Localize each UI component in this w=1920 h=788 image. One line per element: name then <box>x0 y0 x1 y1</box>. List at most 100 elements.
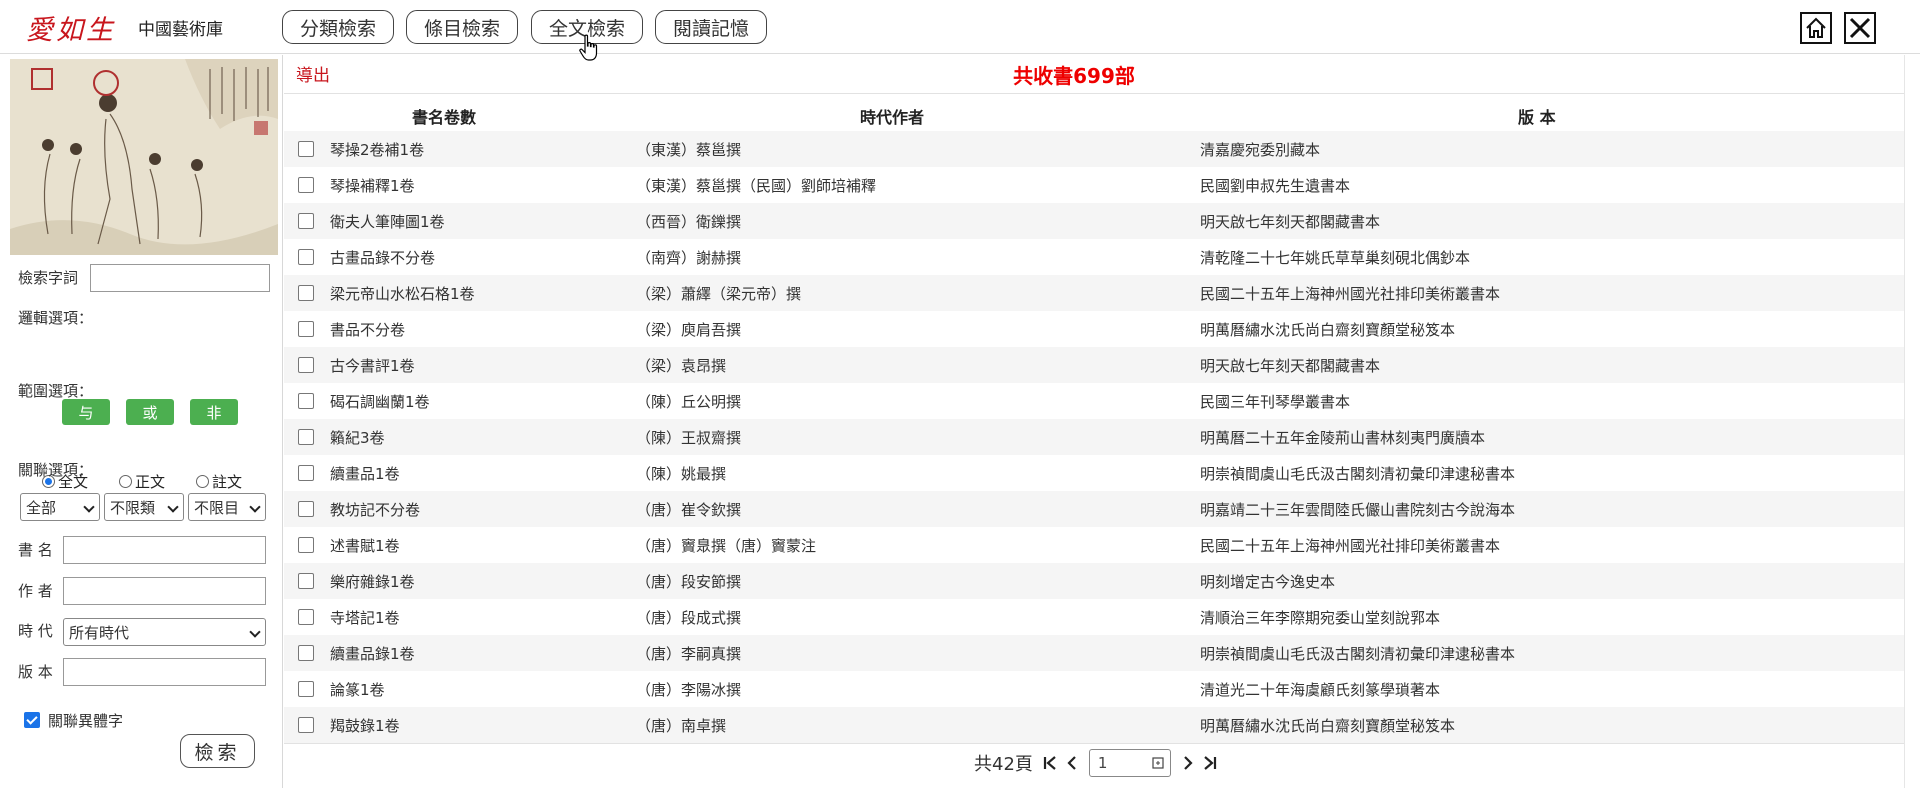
scope-main-label: 正文 <box>135 473 166 491</box>
author-cell: （東漢）蔡邕撰 <box>636 141 742 159</box>
author-cell: （唐）崔令欽撰 <box>636 501 742 519</box>
scrollbar[interactable] <box>1904 55 1920 788</box>
row-checkbox[interactable] <box>298 429 314 445</box>
row-checkbox[interactable] <box>298 249 314 265</box>
row-checkbox[interactable] <box>298 285 314 301</box>
logic-not-button[interactable]: 非 <box>190 399 238 425</box>
table-row[interactable]: 書品不分卷 （梁）庾肩吾撰 明萬曆繡水沈氏尚白齋刻寶顏堂秘笈本 <box>284 311 1904 347</box>
relation-category-value: 全部 <box>26 498 57 517</box>
home-button[interactable] <box>1800 12 1832 44</box>
book-title-cell[interactable]: 續畫品錄1卷 <box>330 643 415 664</box>
author-cell: （唐）李嗣真撰 <box>636 645 742 663</box>
row-checkbox[interactable] <box>298 645 314 661</box>
relation-item-select[interactable]: 不限目 <box>188 493 266 521</box>
prev-page-button[interactable] <box>1061 752 1083 774</box>
table-row[interactable]: 古今書評1卷 （梁）袁昂撰 明天啟七年刻天都閣藏書本 <box>284 347 1904 383</box>
author-cell: （唐）段安節撰 <box>636 573 742 591</box>
row-checkbox[interactable] <box>298 537 314 553</box>
search-term-label: 檢索字詞 <box>18 269 79 287</box>
table-row[interactable]: 籟紀3卷 （陳）王叔齋撰 明萬曆二十五年金陵荊山書林刻夷門廣牘本 <box>284 419 1904 455</box>
book-title-cell[interactable]: 書品不分卷 <box>330 319 405 340</box>
book-title-cell[interactable]: 碣石調幽蘭1卷 <box>330 391 430 412</box>
table-row[interactable]: 古畫品錄不分卷 （南齊）謝赫撰 清乾隆二十七年姚氏草草巢刻硯北偶鈔本 <box>284 239 1904 275</box>
last-page-button[interactable] <box>1199 752 1221 774</box>
author-label: 作 者 <box>18 582 53 600</box>
logic-or-button[interactable]: 或 <box>126 399 174 425</box>
chevron-left-icon <box>1067 756 1076 770</box>
edition-cell: 清乾隆二十七年姚氏草草巢刻硯北偶鈔本 <box>1200 249 1471 267</box>
book-title-cell[interactable]: 教坊記不分卷 <box>330 499 420 520</box>
page-number-input[interactable]: 1 <box>1088 749 1171 777</box>
book-title-cell[interactable]: 古畫品錄不分卷 <box>330 247 435 268</box>
table-row[interactable]: 羯鼓錄1卷 （唐）南卓撰 明萬曆繡水沈氏尚白齋刻寶顏堂秘笈本 <box>284 707 1904 743</box>
book-title-cell[interactable]: 寺塔記1卷 <box>330 607 400 628</box>
entry-search-button[interactable]: 條目檢索 <box>406 10 518 44</box>
author-input[interactable] <box>63 577 266 605</box>
table-row[interactable]: 論篆1卷 （唐）李陽冰撰 清道光二十年海虞顧氏刻篆學瑣著本 <box>284 671 1904 707</box>
author-cell: （梁）庾肩吾撰 <box>636 321 742 339</box>
edition-cell: 民國劉申叔先生遺書本 <box>1200 177 1351 195</box>
table-row[interactable]: 述書賦1卷 （唐）竇臮撰（唐）竇蒙注 民國二十五年上海神州國光社排印美術叢書本 <box>284 527 1904 563</box>
results-table: 琴操2卷補1卷 （東漢）蔡邕撰 清嘉慶宛委別藏本 琴操補釋1卷 （東漢）蔡邕撰（民國）劉… <box>284 131 1904 743</box>
category-search-button[interactable]: 分類檢索 <box>282 10 394 44</box>
table-row[interactable]: 琴操2卷補1卷 （東漢）蔡邕撰 清嘉慶宛委別藏本 <box>284 131 1904 167</box>
chevron-down-icon <box>167 501 179 513</box>
painting-image <box>10 59 278 255</box>
row-checkbox[interactable] <box>298 393 314 409</box>
book-title-input[interactable] <box>63 536 266 564</box>
brand-logo[interactable]: 愛如生 <box>26 8 116 47</box>
author-cell: （西晉）衛鑠撰 <box>636 213 742 231</box>
home-icon <box>1806 17 1826 38</box>
relation-category-select[interactable]: 全部 <box>20 493 100 521</box>
row-checkbox[interactable] <box>298 501 314 517</box>
table-row[interactable]: 碣石調幽蘭1卷 （陳）丘公明撰 民國三年刊琴學叢書本 <box>284 383 1904 419</box>
table-row[interactable]: 樂府雜錄1卷 （唐）段安節撰 明刻增定古今逸史本 <box>284 563 1904 599</box>
row-checkbox[interactable] <box>298 213 314 229</box>
book-title-cell[interactable]: 羯鼓錄1卷 <box>330 715 400 736</box>
row-checkbox[interactable] <box>298 573 314 589</box>
first-page-button[interactable] <box>1039 752 1061 774</box>
next-page-button[interactable] <box>1177 752 1199 774</box>
scope-main-radio[interactable]: 正文 <box>119 471 165 492</box>
table-row[interactable]: 寺塔記1卷 （唐）段成式撰 清順治三年李際期宛委山堂刻說郛本 <box>284 599 1904 635</box>
table-row[interactable]: 琴操補釋1卷 （東漢）蔡邕撰（民國）劉師培補釋 民國劉申叔先生遺書本 <box>284 167 1904 203</box>
row-checkbox[interactable] <box>298 465 314 481</box>
relation-type-select[interactable]: 不限類 <box>104 493 184 521</box>
radio-unchecked-icon <box>196 475 209 488</box>
book-title-cell[interactable]: 琴操補釋1卷 <box>330 175 415 196</box>
book-title-cell[interactable]: 琴操2卷補1卷 <box>330 139 424 160</box>
book-title-cell[interactable]: 梁元帝山水松石格1卷 <box>330 283 475 304</box>
scope-notes-label: 註文 <box>212 473 243 491</box>
book-title-cell[interactable]: 籟紀3卷 <box>330 427 385 448</box>
book-title-cell[interactable]: 樂府雜錄1卷 <box>330 571 415 592</box>
table-row[interactable]: 續畫品錄1卷 （唐）李嗣真撰 明崇禎間虞山毛氏汲古閣刻清初彙印津逮秘書本 <box>284 635 1904 671</box>
row-checkbox[interactable] <box>298 177 314 193</box>
logic-and-button[interactable]: 与 <box>62 399 110 425</box>
book-title-cell[interactable]: 衛夫人筆陣圖1卷 <box>330 211 445 232</box>
row-checkbox[interactable] <box>298 717 314 733</box>
book-title-cell[interactable]: 論篆1卷 <box>330 679 385 700</box>
table-row[interactable]: 梁元帝山水松石格1卷 （梁）蕭繹（梁元帝）撰 民國二十五年上海神州國光社排印美術叢書… <box>284 275 1904 311</box>
scope-notes-radio[interactable]: 註文 <box>196 471 242 492</box>
search-sidebar: 檢索字詞 邏輯選項： 与 或 非 範圍選項： 全文 正文 註文 關聯選項： 全部… <box>0 55 283 788</box>
edition-label: 版 本 <box>18 663 53 681</box>
search-term-input[interactable] <box>90 264 270 292</box>
table-row[interactable]: 續畫品1卷 （陳）姚最撰 明崇禎間虞山毛氏汲古閣刻清初彙印津逮秘書本 <box>284 455 1904 491</box>
era-select[interactable]: 所有時代 <box>63 618 266 646</box>
search-button[interactable]: 檢索 <box>180 734 255 768</box>
chevron-down-icon <box>249 501 261 513</box>
row-checkbox[interactable] <box>298 357 314 373</box>
row-checkbox[interactable] <box>298 609 314 625</box>
edition-input[interactable] <box>63 658 266 686</box>
close-button[interactable] <box>1844 12 1876 44</box>
book-title-cell[interactable]: 古今書評1卷 <box>330 355 415 376</box>
table-row[interactable]: 衛夫人筆陣圖1卷 （西晉）衛鑠撰 明天啟七年刻天都閣藏書本 <box>284 203 1904 239</box>
variant-chars-checkbox[interactable] <box>24 712 40 728</box>
row-checkbox[interactable] <box>298 681 314 697</box>
book-title-cell[interactable]: 述書賦1卷 <box>330 535 400 556</box>
book-title-cell[interactable]: 續畫品1卷 <box>330 463 400 484</box>
reading-history-button[interactable]: 閱讀記憶 <box>655 10 767 44</box>
row-checkbox[interactable] <box>298 321 314 337</box>
row-checkbox[interactable] <box>298 141 314 157</box>
table-row[interactable]: 教坊記不分卷 （唐）崔令欽撰 明嘉靖二十三年雲間陸氏儼山書院刻古今說海本 <box>284 491 1904 527</box>
